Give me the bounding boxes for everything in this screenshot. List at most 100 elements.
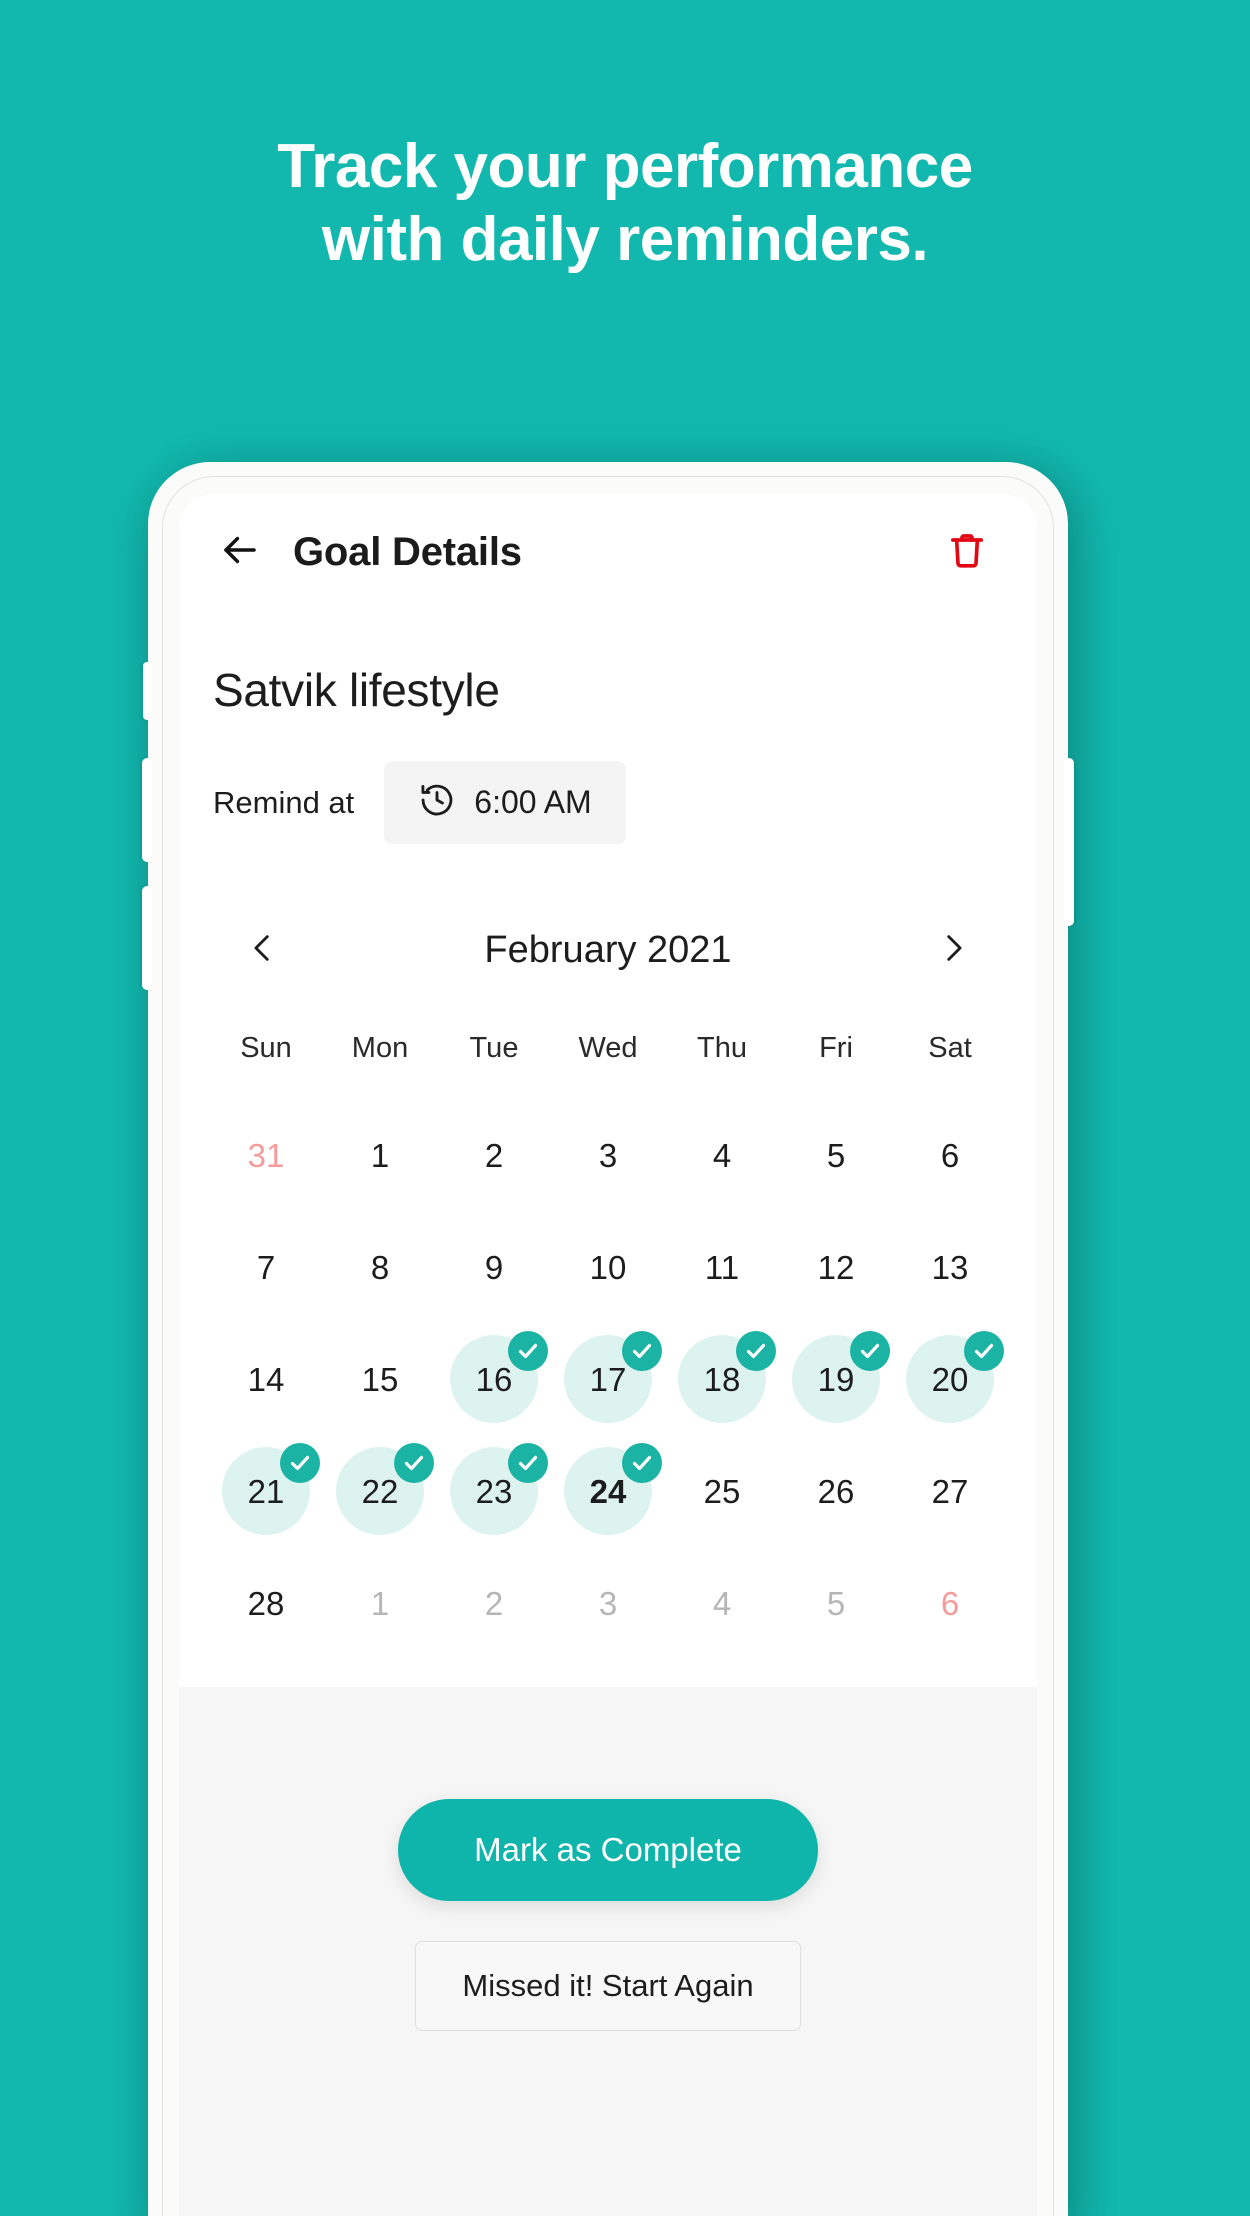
- calendar-day-cell[interactable]: 2: [437, 1099, 551, 1211]
- calendar-day-cell[interactable]: 3: [551, 1099, 665, 1211]
- calendar-day-number: 24: [589, 1472, 627, 1510]
- calendar-day-cell[interactable]: 8: [323, 1211, 437, 1323]
- delete-goal-button[interactable]: [939, 524, 995, 580]
- phone-volume-down-button[interactable]: [142, 886, 152, 990]
- calendar-day-number: 13: [931, 1248, 969, 1286]
- calendar-day-plain: 10: [564, 1223, 652, 1311]
- calendar-day-cell[interactable]: 6: [893, 1547, 1007, 1659]
- calendar-day-cell[interactable]: 22: [323, 1435, 437, 1547]
- calendar-day-plain: 13: [906, 1223, 994, 1311]
- check-icon: [508, 1443, 548, 1483]
- calendar: February 2021 Sun Mon Tue Wed Thu Fri Sat 31 1 2…: [179, 844, 1037, 1659]
- calendar-day-cell[interactable]: 1: [323, 1547, 437, 1659]
- calendar-prev-month-button[interactable]: [233, 920, 293, 980]
- calendar-day-cell[interactable]: 4: [665, 1547, 779, 1659]
- calendar-day-cell[interactable]: 5: [779, 1099, 893, 1211]
- calendar-day-cell[interactable]: 24: [551, 1435, 665, 1547]
- calendar-day-cell[interactable]: 26: [779, 1435, 893, 1547]
- calendar-day-cell[interactable]: 27: [893, 1435, 1007, 1547]
- calendar-day-cell[interactable]: 6: [893, 1099, 1007, 1211]
- start-again-button[interactable]: Missed it! Start Again: [415, 1941, 801, 2031]
- calendar-day-cell[interactable]: 9: [437, 1211, 551, 1323]
- calendar-header: February 2021: [209, 910, 1007, 990]
- check-icon: [508, 1331, 548, 1371]
- calendar-day-number: 15: [361, 1360, 399, 1398]
- calendar-day-cell[interactable]: 2: [437, 1547, 551, 1659]
- calendar-day-cell[interactable]: 16: [437, 1323, 551, 1435]
- calendar-weekday-mon: Mon: [351, 1032, 409, 1064]
- calendar-day-number: 3: [598, 1136, 618, 1174]
- mark-as-complete-button[interactable]: Mark as Complete: [398, 1799, 818, 1901]
- calendar-day-cell[interactable]: 20: [893, 1323, 1007, 1435]
- back-button[interactable]: [209, 521, 271, 583]
- phone-mute-switch[interactable]: [143, 662, 152, 720]
- phone-power-button[interactable]: [1064, 758, 1074, 926]
- check-icon: [964, 1331, 1004, 1371]
- calendar-day-plain: 5: [792, 1111, 880, 1199]
- headline-line-1: Track your performance: [277, 132, 973, 201]
- calendar-day-plain: 6: [906, 1111, 994, 1199]
- history-clock-icon: [418, 781, 456, 824]
- page-title: Goal Details: [293, 529, 522, 574]
- calendar-day-number: 31: [247, 1136, 285, 1174]
- arrow-left-icon: [219, 529, 261, 576]
- calendar-day-completed: 17: [564, 1331, 662, 1423]
- calendar-day-cell[interactable]: 19: [779, 1323, 893, 1435]
- phone-volume-up-button[interactable]: [142, 758, 152, 862]
- calendar-day-cell[interactable]: 3: [551, 1547, 665, 1659]
- calendar-day-cell[interactable]: 25: [665, 1435, 779, 1547]
- calendar-day-cell[interactable]: 18: [665, 1323, 779, 1435]
- calendar-day-cell[interactable]: 14: [209, 1323, 323, 1435]
- calendar-month-label: February 2021: [484, 928, 732, 971]
- calendar-day-number: 4: [712, 1584, 732, 1622]
- calendar-day-plain: 1: [336, 1111, 424, 1199]
- calendar-day-number: 25: [703, 1472, 741, 1510]
- check-icon: [850, 1331, 890, 1371]
- calendar-day-number: 5: [826, 1136, 846, 1174]
- calendar-day-cell[interactable]: 10: [551, 1211, 665, 1323]
- calendar-day-plain: 1: [336, 1559, 424, 1647]
- calendar-day-plain: 28: [222, 1559, 310, 1647]
- calendar-day-cell[interactable]: 1: [323, 1099, 437, 1211]
- calendar-day-cell[interactable]: 28: [209, 1547, 323, 1659]
- calendar-day-plain: 4: [678, 1559, 766, 1647]
- calendar-day-number: 22: [361, 1472, 399, 1510]
- calendar-day-cell[interactable]: 31: [209, 1099, 323, 1211]
- promo-headline: Track your performance with daily remind…: [0, 130, 1250, 276]
- calendar-day-plain: 25: [678, 1447, 766, 1535]
- calendar-day-number: 3: [598, 1584, 618, 1622]
- calendar-day-number: 9: [484, 1248, 504, 1286]
- check-icon: [394, 1443, 434, 1483]
- calendar-day-cell[interactable]: 11: [665, 1211, 779, 1323]
- calendar-day-cell[interactable]: 12: [779, 1211, 893, 1323]
- calendar-day-number: 21: [247, 1472, 285, 1510]
- calendar-day-number: 18: [703, 1360, 741, 1398]
- calendar-day-cell[interactable]: 17: [551, 1323, 665, 1435]
- check-icon: [280, 1443, 320, 1483]
- calendar-day-cell[interactable]: 7: [209, 1211, 323, 1323]
- calendar-day-completed: 16: [450, 1331, 548, 1423]
- calendar-day-cell[interactable]: 13: [893, 1211, 1007, 1323]
- calendar-day-number: 5: [826, 1584, 846, 1622]
- calendar-weekday-row: Sun Mon Tue Wed Thu Fri Sat: [209, 1010, 1007, 1079]
- calendar-day-plain: 3: [564, 1111, 652, 1199]
- calendar-day-number: 2: [484, 1584, 504, 1622]
- calendar-day-plain: 14: [222, 1335, 310, 1423]
- calendar-weekday-wed: Wed: [578, 1032, 638, 1064]
- calendar-day-cell[interactable]: 21: [209, 1435, 323, 1547]
- calendar-day-cell[interactable]: 23: [437, 1435, 551, 1547]
- calendar-day-number: 10: [589, 1248, 627, 1286]
- calendar-day-cell[interactable]: 5: [779, 1547, 893, 1659]
- calendar-day-plain: 12: [792, 1223, 880, 1311]
- calendar-day-number: 12: [817, 1248, 855, 1286]
- calendar-day-cell[interactable]: 4: [665, 1099, 779, 1211]
- check-icon: [736, 1331, 776, 1371]
- calendar-day-cell[interactable]: 15: [323, 1323, 437, 1435]
- calendar-day-completed: 22: [336, 1443, 434, 1535]
- calendar-weekday-thu: Thu: [697, 1032, 747, 1064]
- calendar-next-month-button[interactable]: [923, 920, 983, 980]
- remind-time-chip[interactable]: 6:00 AM: [384, 761, 626, 844]
- goal-title: Satvik lifestyle: [213, 664, 500, 716]
- calendar-day-number: 20: [931, 1360, 969, 1398]
- calendar-day-number: 17: [589, 1360, 627, 1398]
